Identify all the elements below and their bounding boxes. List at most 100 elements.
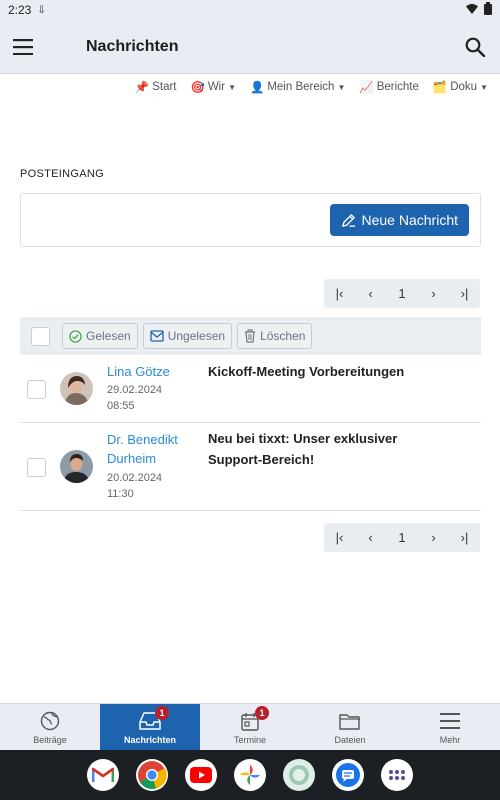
mark-read-button[interactable]: Gelesen	[62, 323, 138, 349]
message-sender[interactable]: Lina Götze	[107, 362, 170, 381]
mark-unread-label: Ungelesen	[167, 329, 226, 343]
topnav-item-start[interactable]: 📌 Start	[135, 80, 177, 94]
page-title: Nachrichten	[86, 37, 179, 55]
check-circle-icon	[69, 329, 82, 343]
message-date: 20.02.2024	[107, 472, 163, 484]
new-message-label: Neue Nachricht	[361, 212, 459, 228]
status-time: 2:23	[8, 3, 32, 17]
last-page-icon: ›|	[460, 286, 469, 301]
download-icon: ⇩	[37, 4, 46, 16]
chevron-left-icon: ‹	[368, 286, 373, 301]
caret-down-icon: ▼	[337, 82, 346, 92]
prev-page-button[interactable]: ‹	[355, 523, 386, 552]
messages-app-icon[interactable]	[332, 759, 364, 791]
message-subject[interactable]: Kickoff-Meeting Vorbereitungen	[208, 361, 404, 382]
inbox-heading: POSTEINGANG	[20, 168, 104, 180]
first-page-icon: |‹	[335, 286, 344, 301]
user-icon: 👤	[250, 82, 265, 94]
caret-down-icon: ▼	[228, 82, 236, 92]
message-sender[interactable]: Dr. Benedikt Durheim	[107, 430, 202, 468]
chrome-app-icon[interactable]	[136, 759, 168, 791]
message-row[interactable]: Lina Götze 29.02.2024 08:55 Kickoff-Meet…	[20, 356, 481, 423]
avatar	[60, 372, 93, 405]
mark-read-label: Gelesen	[86, 329, 131, 343]
current-page[interactable]: 1	[386, 279, 418, 308]
mix-app-icon[interactable]	[283, 759, 315, 791]
tab-label: Dateien	[334, 735, 366, 745]
gmail-app-icon[interactable]	[87, 759, 119, 791]
tab-label: Beiträge	[33, 735, 67, 745]
delete-button[interactable]: Löschen	[237, 323, 313, 349]
message-subject[interactable]: Neu bei tixxt: Unser exklusiver Support-…	[208, 428, 438, 470]
tab-label: Nachrichten	[123, 735, 176, 745]
chevron-left-icon: ‹	[368, 530, 373, 545]
topnav-item-berichte[interactable]: 📈 Berichte	[359, 80, 419, 94]
event-badge: 1	[255, 706, 269, 720]
first-page-icon: |‹	[335, 530, 344, 545]
youtube-app-icon[interactable]	[185, 759, 217, 791]
tab-mehr[interactable]: Mehr	[400, 704, 500, 750]
pin-icon: 📌	[134, 82, 150, 94]
battery-icon	[484, 2, 492, 18]
compose-panel: Neue Nachricht	[20, 193, 481, 247]
globe-icon	[40, 710, 60, 732]
prev-page-button[interactable]: ‹	[355, 279, 386, 308]
photos-app-icon[interactable]	[234, 759, 266, 791]
target-icon: 🎯	[190, 82, 205, 94]
pagination-bottom: |‹ ‹ 1 › ›|	[324, 523, 480, 552]
last-page-button[interactable]: ›|	[449, 523, 480, 552]
topnav-item-label: Wir	[207, 81, 226, 93]
caret-down-icon: ▼	[480, 82, 488, 92]
chevron-right-icon: ›	[431, 286, 436, 301]
wifi-icon	[466, 3, 478, 17]
pagination-top: |‹ ‹ 1 › ›|	[324, 279, 480, 308]
topnav-item-label: Doku	[450, 81, 478, 93]
message-row[interactable]: Dr. Benedikt Durheim 20.02.2024 11:30 Ne…	[20, 423, 481, 511]
next-page-button[interactable]: ›	[418, 279, 449, 308]
new-message-button[interactable]: Neue Nachricht	[329, 204, 469, 236]
avatar	[60, 450, 93, 483]
first-page-button[interactable]: |‹	[324, 523, 355, 552]
topnav-item-wir[interactable]: 🎯 Wir ▼	[191, 80, 237, 94]
message-checkbox[interactable]	[27, 458, 46, 477]
search-icon	[465, 37, 485, 57]
first-page-button[interactable]: |‹	[324, 279, 355, 308]
topnav-item-doku[interactable]: 🗂️ Doku ▼	[433, 80, 488, 94]
unread-badge: 1	[155, 706, 169, 720]
pencil-icon	[341, 213, 355, 227]
last-page-button[interactable]: ›|	[449, 279, 480, 308]
message-time: 08:55	[107, 400, 135, 412]
app-bar: Nachrichten	[0, 20, 500, 74]
bulk-actions-toolbar: Gelesen Ungelesen Löschen	[20, 317, 481, 355]
tab-termine[interactable]: 1 Termine	[200, 704, 300, 750]
search-button[interactable]	[450, 20, 500, 74]
chevron-right-icon: ›	[431, 530, 436, 545]
tab-label: Termine	[233, 735, 266, 745]
android-dock	[0, 750, 500, 800]
message-date: 29.02.2024	[107, 384, 163, 396]
chart-icon: 📈	[359, 82, 374, 94]
topnav-item-label: Mein Bereich	[267, 81, 335, 93]
menu-icon	[440, 710, 460, 732]
hamburger-menu-button[interactable]	[0, 20, 46, 74]
last-page-icon: ›|	[460, 530, 469, 545]
bottom-navigation: Beiträge 1 Nachrichten 1 Termine Dateien…	[0, 703, 500, 750]
tab-beitraege[interactable]: Beiträge	[0, 704, 100, 750]
app-drawer-icon[interactable]	[381, 759, 413, 791]
message-checkbox[interactable]	[27, 380, 46, 399]
next-page-button[interactable]: ›	[418, 523, 449, 552]
select-all-checkbox[interactable]	[31, 326, 50, 346]
status-bar: 2:23 ⇩	[0, 0, 500, 20]
current-page[interactable]: 1	[386, 523, 418, 552]
topnav-item-label: Berichte	[376, 81, 419, 93]
tab-nachrichten[interactable]: 1 Nachrichten	[100, 704, 200, 750]
top-navigation: 📌 Start 🎯 Wir ▼ 👤 Mein Bereich ▼ 📈 Berichte 🗂️…	[135, 80, 488, 94]
tab-label: Mehr	[439, 735, 461, 745]
hamburger-icon	[13, 38, 33, 55]
tab-dateien[interactable]: Dateien	[300, 704, 400, 750]
envelope-icon	[150, 330, 164, 342]
mark-unread-button[interactable]: Ungelesen	[142, 323, 233, 349]
message-time: 11:30	[107, 488, 134, 500]
folder-icon: 🗂️	[432, 82, 448, 94]
topnav-item-mein-bereich[interactable]: 👤 Mein Bereich ▼	[250, 80, 345, 94]
